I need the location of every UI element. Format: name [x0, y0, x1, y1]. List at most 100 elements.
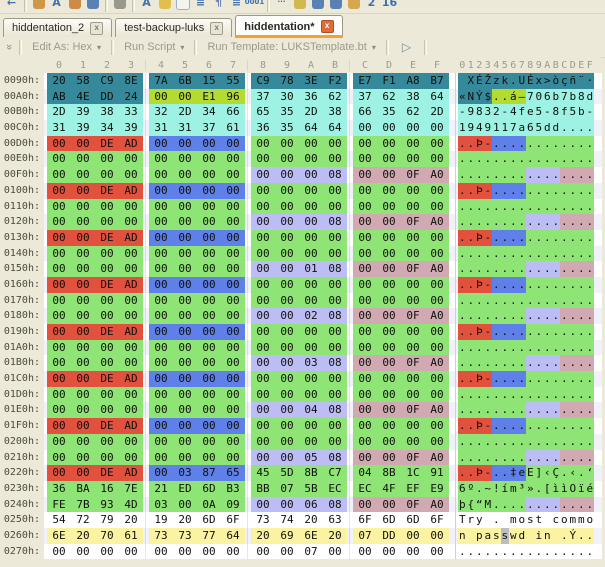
hex-byte-cell[interactable]: 00 — [275, 418, 299, 434]
hex-byte-cell[interactable]: 00 — [275, 450, 299, 466]
hex-byte-cell[interactable]: 00 — [71, 167, 95, 183]
ascii-char-cell[interactable]: o — [518, 512, 527, 528]
ascii-char-cell[interactable]: - — [543, 104, 552, 120]
hex-byte-cell[interactable]: 00 — [425, 340, 449, 356]
hex-byte-cell[interactable]: 00 — [299, 277, 323, 293]
ascii-char-cell[interactable]: . — [577, 246, 586, 262]
hex-byte-cell[interactable]: 00 — [221, 371, 245, 387]
hex-byte-cell[interactable]: 00 — [401, 136, 425, 152]
hex-byte-cell[interactable]: 05 — [299, 450, 323, 466]
binoculars-icon[interactable] — [31, 0, 46, 12]
hex-byte-cell[interactable]: 30 — [275, 89, 299, 105]
ascii-char-cell[interactable]: . — [543, 230, 552, 246]
ascii-char-cell[interactable]: « — [458, 89, 467, 105]
hex-byte-cell[interactable]: 00 — [119, 199, 143, 215]
hex-byte-cell[interactable]: 00 — [197, 246, 221, 262]
ascii-char-cell[interactable]: . — [467, 355, 476, 371]
hex-byte-cell[interactable]: 00 — [275, 261, 299, 277]
hex-byte-cell[interactable]: C9 — [95, 73, 119, 89]
ascii-char-cell[interactable]: . — [458, 183, 467, 199]
ascii-char-cell[interactable]: . — [577, 120, 586, 136]
hex-byte-cell[interactable]: 69 — [275, 528, 299, 544]
hex-byte-cell[interactable]: 00 — [149, 199, 173, 215]
hex-byte-cell[interactable]: 0A — [197, 497, 221, 513]
hex-byte-cell[interactable]: 00 — [353, 261, 377, 277]
hex-byte-cell[interactable]: 00 — [251, 324, 275, 340]
ascii-char-cell[interactable]: . — [586, 308, 595, 324]
hex-byte-cell[interactable]: A0 — [425, 308, 449, 324]
ascii-char-cell[interactable]: ò — [552, 73, 561, 89]
ascii-char-cell[interactable]: . — [526, 293, 535, 309]
hex-byte-cell[interactable]: 00 — [323, 293, 347, 309]
hex-byte-cell[interactable]: 00 — [251, 230, 275, 246]
hex-byte-cell[interactable]: 58 — [71, 73, 95, 89]
hex-byte-cell[interactable]: A0 — [425, 214, 449, 230]
ascii-char-cell[interactable]: . — [501, 261, 510, 277]
hex-byte-cell[interactable]: 00 — [401, 183, 425, 199]
ascii-char-cell[interactable]: . — [543, 293, 552, 309]
ascii-char-cell[interactable]: . — [535, 544, 544, 560]
hex-byte-cell[interactable]: 00 — [377, 277, 401, 293]
ascii-char-cell[interactable]: ç — [560, 73, 569, 89]
ascii-char-cell[interactable]: . — [492, 151, 501, 167]
hex-byte-cell[interactable]: DD — [95, 89, 119, 105]
jump-forward-icon[interactable] — [328, 0, 343, 12]
hex-byte-cell[interactable]: 73 — [173, 528, 197, 544]
ascii-char-cell[interactable]: - — [484, 371, 493, 387]
ascii-char-cell[interactable]: . — [492, 355, 501, 371]
ascii-char-cell[interactable]: . — [552, 544, 561, 560]
ascii-char-cell[interactable]: . — [492, 512, 501, 528]
ascii-char-cell[interactable]: . — [501, 434, 510, 450]
hex-byte-cell[interactable]: 00 — [149, 465, 173, 481]
ascii-char-cell[interactable]: . — [509, 387, 518, 403]
hex-byte-cell[interactable]: AD — [119, 465, 143, 481]
hex-byte-cell[interactable]: 2D — [299, 104, 323, 120]
ascii-char-cell[interactable]: Þ — [475, 230, 484, 246]
ascii-char-cell[interactable]: . — [535, 167, 544, 183]
hex-byte-cell[interactable]: 00 — [251, 151, 275, 167]
hex-byte-cell[interactable]: ED — [173, 481, 197, 497]
ascii-char-cell[interactable]: ‹ — [543, 465, 552, 481]
ascii-char-cell[interactable]: . — [509, 167, 518, 183]
ascii-char-cell[interactable]: . — [475, 340, 484, 356]
ascii-char-cell[interactable]: . — [526, 355, 535, 371]
ascii-char-cell[interactable]: . — [569, 183, 578, 199]
hex-byte-cell[interactable]: 31 — [173, 120, 197, 136]
hex-byte-cell[interactable]: 8B — [299, 465, 323, 481]
hex-byte-cell[interactable]: 00 — [71, 402, 95, 418]
hex-byte-cell[interactable]: 03 — [299, 355, 323, 371]
ascii-char-cell[interactable]: . — [577, 465, 586, 481]
hex-byte-cell[interactable]: 00 — [251, 261, 275, 277]
nav-back-icon[interactable]: ← — [4, 0, 19, 12]
hex-byte-cell[interactable]: 62 — [401, 104, 425, 120]
ascii-char-cell[interactable]: 1 — [501, 120, 510, 136]
hex-byte-cell[interactable]: 00 — [173, 151, 197, 167]
ascii-char-cell[interactable]: . — [458, 167, 467, 183]
hex-byte-cell[interactable]: 00 — [377, 120, 401, 136]
ascii-char-cell[interactable]: . — [458, 230, 467, 246]
hex-byte-cell[interactable]: 0F — [401, 355, 425, 371]
hex-byte-cell[interactable]: DE — [95, 277, 119, 293]
ascii-char-cell[interactable]: . — [543, 418, 552, 434]
ascii-char-cell[interactable]: . — [458, 340, 467, 356]
hex-byte-cell[interactable]: 00 — [173, 246, 197, 262]
ascii-char-cell[interactable]: . — [526, 308, 535, 324]
font-icon[interactable]: A — [139, 0, 154, 12]
hex-byte-cell[interactable]: 74 — [275, 512, 299, 528]
hex-byte-cell[interactable]: DE — [95, 324, 119, 340]
ascii-char-cell[interactable]: 5 — [535, 104, 544, 120]
hex-byte-cell[interactable]: 63 — [323, 512, 347, 528]
ascii-char-cell[interactable]: . — [535, 151, 544, 167]
ascii-char-cell[interactable]: . — [543, 214, 552, 230]
hex-byte-cell[interactable]: 00 — [149, 340, 173, 356]
ascii-char-cell[interactable]: . — [577, 324, 586, 340]
hex-byte-cell[interactable]: E1 — [197, 89, 221, 105]
ascii-char-cell[interactable]: . — [501, 277, 510, 293]
hex-byte-cell[interactable]: 00 — [425, 277, 449, 293]
hex-byte-cell[interactable]: 64 — [221, 528, 245, 544]
ascii-char-cell[interactable]: . — [535, 230, 544, 246]
hex-byte-cell[interactable]: DE — [95, 183, 119, 199]
ascii-char-cell[interactable]: . — [501, 544, 510, 560]
ascii-char-cell[interactable]: . — [509, 151, 518, 167]
ascii-char-cell[interactable]: . — [484, 544, 493, 560]
